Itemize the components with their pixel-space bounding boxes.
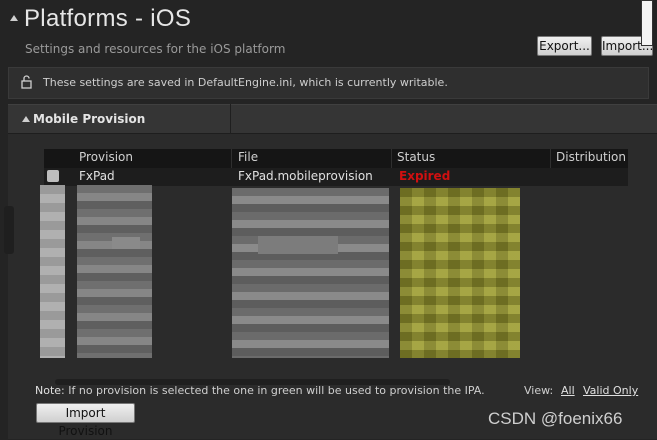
left-scroll-handle[interactable] xyxy=(4,206,14,254)
column-header-distribution[interactable]: Distribution xyxy=(556,150,626,164)
export-button[interactable]: Export... xyxy=(537,36,592,56)
column-header-file[interactable]: File xyxy=(238,150,258,164)
column-separator xyxy=(550,149,551,168)
section-divider xyxy=(230,104,231,134)
provision-checkbox[interactable] xyxy=(47,170,59,182)
import-provision-button[interactable]: Import Provision xyxy=(36,403,135,438)
unlock-icon xyxy=(21,75,32,89)
view-all-link[interactable]: All xyxy=(561,384,575,397)
page-subtitle: Settings and resources for the iOS platf… xyxy=(25,42,286,56)
view-valid-only-link[interactable]: Valid Only xyxy=(583,384,638,397)
note-label: Note xyxy=(35,384,62,397)
footer-note: Note: If no provision is selected the on… xyxy=(35,384,485,397)
cell-provision: FxPad xyxy=(79,169,115,183)
cell-file: FxPad.mobileprovision xyxy=(238,169,373,183)
notice-text: These settings are saved in DefaultEngin… xyxy=(43,76,448,89)
view-label: View: xyxy=(524,384,554,397)
column-header-status[interactable]: Status xyxy=(397,150,435,164)
watermark: CSDN @foenix66 xyxy=(488,409,623,428)
note-text: : If no provision is selected the one in… xyxy=(61,384,485,397)
page-title: Platforms - iOS xyxy=(24,5,192,32)
redacted-status-overlay xyxy=(400,188,520,358)
vertical-scrollbar[interactable] xyxy=(641,0,653,46)
redacted-block xyxy=(258,236,338,254)
section-title: Mobile Provision xyxy=(33,112,146,126)
redacted-file-column xyxy=(232,188,389,358)
column-header-provision[interactable]: Provision xyxy=(79,150,133,164)
section-collapse-icon[interactable] xyxy=(22,116,30,122)
column-separator xyxy=(231,149,232,168)
collapse-caret-icon[interactable] xyxy=(10,15,18,21)
redacted-provision-column xyxy=(77,185,152,358)
redacted-block xyxy=(112,237,140,249)
cell-status-expired: Expired xyxy=(399,169,451,183)
redacted-checkbox-column xyxy=(40,185,65,358)
column-separator xyxy=(391,149,392,168)
